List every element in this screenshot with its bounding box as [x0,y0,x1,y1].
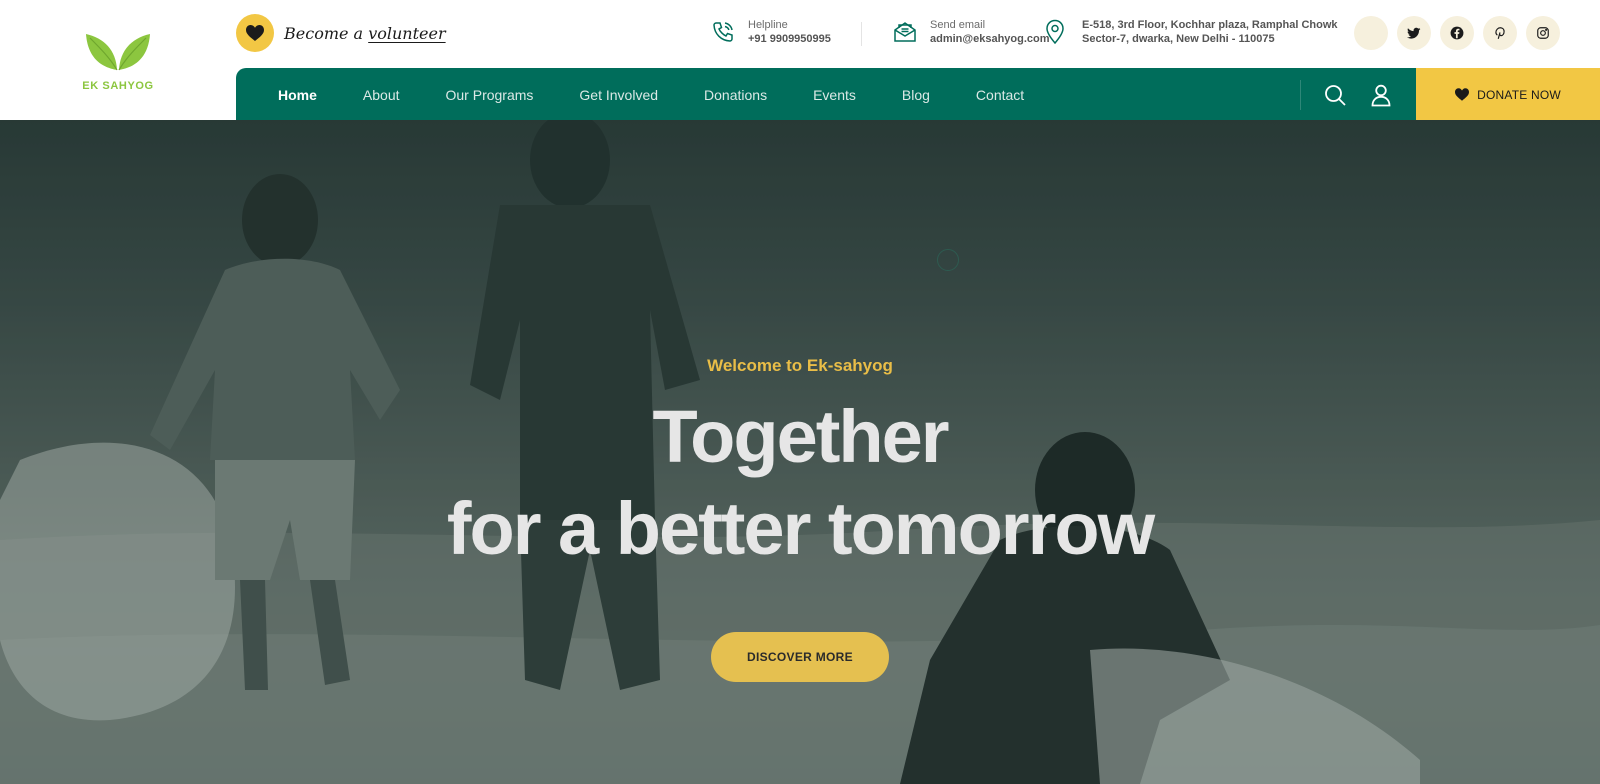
helpline-number[interactable]: +91 9909950995 [748,32,831,46]
leaf-logo-icon [86,34,150,71]
email-contact[interactable]: Send email admin@eksahyog.com [892,18,1050,46]
nav-links: Home About Our Programs Get Involved Don… [278,68,1024,121]
nav-item-our-programs[interactable]: Our Programs [446,87,534,103]
address-contact: E-518, 3rd Floor, Kochhar plaza, Ramphal… [1042,18,1338,46]
donate-label: DONATE NOW [1477,87,1561,102]
nav-item-blog[interactable]: Blog [902,87,930,103]
hero-title-line-1: Together [652,395,949,478]
contact-divider [861,22,862,46]
helpline-contact[interactable]: Helpline +91 9909950995 [710,18,831,46]
nav-item-home[interactable]: Home [278,87,317,103]
hero-content: Welcome to Ek-sahyog Together for a bett… [0,120,1600,784]
volunteer-link-text[interactable]: volunteer [368,24,445,43]
become-volunteer-link[interactable]: Become a volunteer [236,14,446,52]
nav-item-events[interactable]: Events [813,87,856,103]
location-pin-icon [1042,19,1068,45]
instagram-icon[interactable] [1526,16,1560,50]
helpline-label: Helpline [748,19,788,31]
volunteer-prefix: Become a [284,23,364,43]
nav-item-contact[interactable]: Contact [976,87,1024,103]
social-links [1354,16,1560,50]
search-icon[interactable] [1322,82,1348,108]
hero-title-line-2: for a better tomorrow [446,487,1155,570]
social-blank-button[interactable] [1354,16,1388,50]
heart-badge-icon [236,14,274,52]
address-line-2: Sector-7, dwarka, New Delhi - 110075 [1082,33,1275,45]
discover-more-button[interactable]: DISCOVER MORE [711,632,889,682]
heart-icon [1455,88,1470,101]
nav-item-donations[interactable]: Donations [704,87,767,103]
phone-icon [710,19,736,45]
volunteer-text: Become a volunteer [284,24,446,43]
facebook-icon[interactable] [1440,16,1474,50]
site-logo[interactable]: EK SAHYOG [0,0,236,120]
nav-item-about[interactable]: About [363,87,400,103]
discover-more-label: DISCOVER MORE [747,650,853,664]
email-label: Send email [930,19,986,31]
hero-section: Welcome to Ek-sahyog Together for a bett… [0,120,1600,784]
twitter-icon[interactable] [1397,16,1431,50]
pinterest-icon[interactable] [1483,16,1517,50]
nav-item-get-involved[interactable]: Get Involved [579,87,658,103]
logo-text: EK SAHYOG [82,80,154,92]
donate-now-button[interactable]: DONATE NOW [1416,68,1600,121]
nav-divider [1300,80,1301,110]
main-navigation: Home About Our Programs Get Involved Don… [236,68,1416,121]
email-address[interactable]: admin@eksahyog.com [930,32,1050,46]
address-line-1: E-518, 3rd Floor, Kochhar plaza, Ramphal… [1082,19,1338,31]
mail-icon [892,19,918,45]
user-account-icon[interactable] [1368,82,1394,108]
hero-welcome: Welcome to Ek-sahyog [707,356,893,375]
